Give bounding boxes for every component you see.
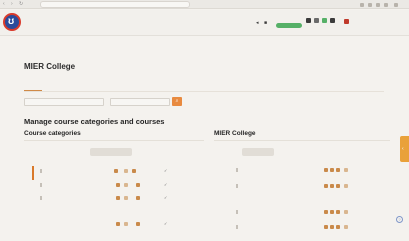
collapse-icon[interactable] <box>40 169 42 173</box>
category-row[interactable]: ✓ <box>40 181 190 191</box>
edit-icon[interactable] <box>324 168 328 172</box>
category-row[interactable]: ✓ <box>40 167 190 177</box>
course-row[interactable] <box>236 182 386 192</box>
delete-icon[interactable] <box>330 210 334 214</box>
visibility-icon[interactable] <box>336 168 340 172</box>
messages-icon[interactable]: ■ <box>264 20 267 26</box>
page-title: MIER College <box>24 62 76 71</box>
checkbox-icon[interactable]: ✓ <box>164 182 167 187</box>
toolbar-icon[interactable] <box>314 18 319 23</box>
chevron-left-icon: ‹ <box>402 146 404 152</box>
extension-icon[interactable] <box>384 3 388 7</box>
course-row[interactable] <box>236 208 386 218</box>
visibility-icon[interactable] <box>132 169 136 173</box>
logo-glyph: ʊ <box>8 16 15 27</box>
visibility-icon[interactable] <box>336 210 340 214</box>
category-row[interactable]: ✓ <box>40 194 190 204</box>
visibility-icon[interactable] <box>136 222 140 226</box>
edit-mode-toggle[interactable] <box>276 23 302 28</box>
drag-handle-icon[interactable] <box>236 168 238 172</box>
browser-toolbar: ‹ › ↻ <box>0 0 409 9</box>
visibility-icon[interactable] <box>336 225 340 229</box>
extension-icon[interactable] <box>360 3 364 7</box>
course-row[interactable] <box>236 166 386 176</box>
course-categories-heading: Course categories <box>24 130 81 137</box>
forward-arrow-icon[interactable]: › <box>11 2 13 7</box>
move-icon[interactable] <box>344 168 348 172</box>
search-icon[interactable]: ⌕ <box>172 97 182 106</box>
primary-navigation <box>34 21 58 26</box>
active-tab-indicator <box>24 90 42 91</box>
extension-icon[interactable] <box>368 3 372 7</box>
drag-handle-icon[interactable] <box>236 225 238 229</box>
edit-icon[interactable] <box>324 210 328 214</box>
delete-icon[interactable] <box>330 168 334 172</box>
edit-icon[interactable] <box>116 222 120 226</box>
block-drawer-toggle[interactable]: ‹ <box>400 136 409 162</box>
toolbar-icon[interactable] <box>306 18 311 23</box>
column-divider <box>24 140 204 141</box>
visibility-icon[interactable] <box>336 184 340 188</box>
edit-icon[interactable] <box>324 184 328 188</box>
course-action-button[interactable] <box>242 148 274 156</box>
drag-handle-icon[interactable] <box>236 184 238 188</box>
tab-divider <box>24 91 384 92</box>
move-icon[interactable] <box>124 169 128 173</box>
address-bar[interactable] <box>40 1 190 8</box>
checkbox-icon[interactable]: ✓ <box>164 168 167 173</box>
back-arrow-icon[interactable]: ‹ <box>3 2 5 7</box>
edit-icon[interactable] <box>324 225 328 229</box>
move-icon[interactable] <box>124 183 128 187</box>
column-divider <box>214 140 390 141</box>
drag-handle-icon[interactable] <box>236 210 238 214</box>
edit-icon[interactable] <box>116 183 120 187</box>
manage-heading: Manage course categories and courses <box>24 117 165 126</box>
move-icon[interactable] <box>124 222 128 226</box>
category-row[interactable]: ✓ <box>52 220 192 230</box>
category-courses-heading: MIER College <box>214 130 256 137</box>
move-icon[interactable] <box>344 184 348 188</box>
moodle-logo-icon[interactable]: ʊ <box>3 13 21 31</box>
edit-icon[interactable] <box>116 196 120 200</box>
category-action-button[interactable] <box>90 148 132 156</box>
checkbox-icon[interactable]: ✓ <box>164 221 167 226</box>
checkbox-icon[interactable]: ✓ <box>164 195 167 200</box>
visibility-icon[interactable] <box>136 183 140 187</box>
site-header: ʊ ◂ ■ <box>0 10 409 36</box>
move-icon[interactable] <box>124 196 128 200</box>
collapse-icon[interactable] <box>40 196 42 200</box>
course-row[interactable] <box>236 223 386 233</box>
selected-category-indicator <box>32 166 34 180</box>
category-select[interactable] <box>24 98 104 106</box>
visibility-icon[interactable] <box>136 196 140 200</box>
move-icon[interactable] <box>344 225 348 229</box>
delete-icon[interactable] <box>330 225 334 229</box>
delete-icon[interactable] <box>330 184 334 188</box>
toolbar-icon[interactable] <box>330 18 335 23</box>
course-search-input[interactable] <box>110 98 170 106</box>
help-icon[interactable]: ? <box>396 216 403 223</box>
user-avatar-icon[interactable] <box>344 19 349 24</box>
extension-icon[interactable] <box>394 3 398 7</box>
edit-icon[interactable] <box>114 169 118 173</box>
reload-icon[interactable]: ↻ <box>19 2 23 7</box>
notification-bell-icon[interactable]: ◂ <box>256 20 259 26</box>
secondary-navigation <box>24 80 51 84</box>
collapse-icon[interactable] <box>40 183 42 187</box>
extension-icon[interactable] <box>376 3 380 7</box>
toolbar-icon[interactable] <box>322 18 327 23</box>
move-icon[interactable] <box>344 210 348 214</box>
